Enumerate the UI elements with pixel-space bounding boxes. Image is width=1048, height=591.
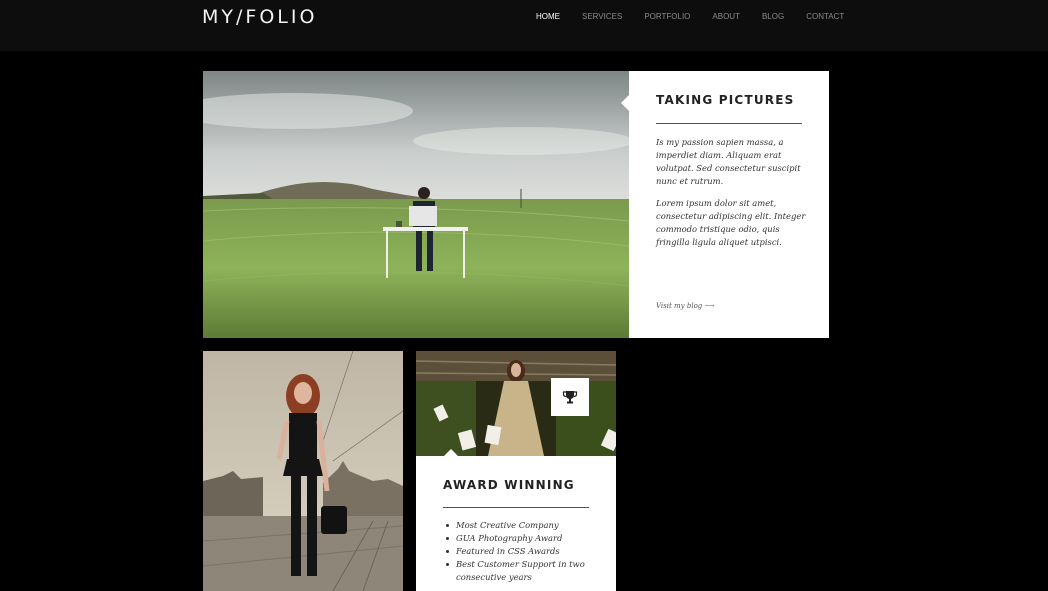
hero-photo-art <box>203 71 629 338</box>
award-badge <box>551 378 589 416</box>
nav-home[interactable]: HOME <box>536 12 560 21</box>
card-pointer <box>444 449 458 456</box>
nav-blog[interactable]: BLOG <box>762 12 784 21</box>
nav-about[interactable]: ABOUT <box>712 12 740 21</box>
site-logo[interactable]: MY/FOLIO <box>202 6 317 28</box>
hero-photo-field-laptop[interactable] <box>203 71 629 338</box>
nav-contact[interactable]: CONTACT <box>806 12 844 21</box>
nav-services[interactable]: SERVICES <box>582 12 622 21</box>
photo-woman-street[interactable] <box>203 351 403 591</box>
award-item: GUA Photography Award <box>444 532 604 545</box>
award-list: Most Creative Company GUA Photography Aw… <box>444 519 604 584</box>
award-title: AWARD WINNING <box>443 478 575 492</box>
main-nav: HOME SERVICES PORTFOLIO ABOUT BLOG CONTA… <box>536 12 866 21</box>
woman-photo-art <box>203 351 403 591</box>
award-divider <box>443 507 589 508</box>
feature-paragraph-1: Is my passion sapien massa, a imperdiet … <box>656 137 801 186</box>
feature-paragraph-2: Lorem ipsum dolor sit amet, consectetur … <box>656 198 806 247</box>
visit-blog-link[interactable]: Visit my blog ⟶ <box>656 302 715 310</box>
award-item: Best Customer Support in two consecutive… <box>444 558 604 584</box>
card-pointer <box>621 95 629 111</box>
award-item: Most Creative Company <box>444 519 604 532</box>
award-item: Featured in CSS Awards <box>444 545 604 558</box>
nav-portfolio[interactable]: PORTFOLIO <box>644 12 690 21</box>
award-card: AWARD WINNING Most Creative Company GUA … <box>416 449 616 591</box>
site-header: MY/FOLIO HOME SERVICES PORTFOLIO ABOUT B… <box>0 0 1048 51</box>
trophy-icon <box>562 391 578 404</box>
feature-divider <box>656 123 802 124</box>
feature-card: TAKING PICTURES Is my passion sapien mas… <box>621 71 829 338</box>
feature-title: TAKING PICTURES <box>656 93 795 107</box>
